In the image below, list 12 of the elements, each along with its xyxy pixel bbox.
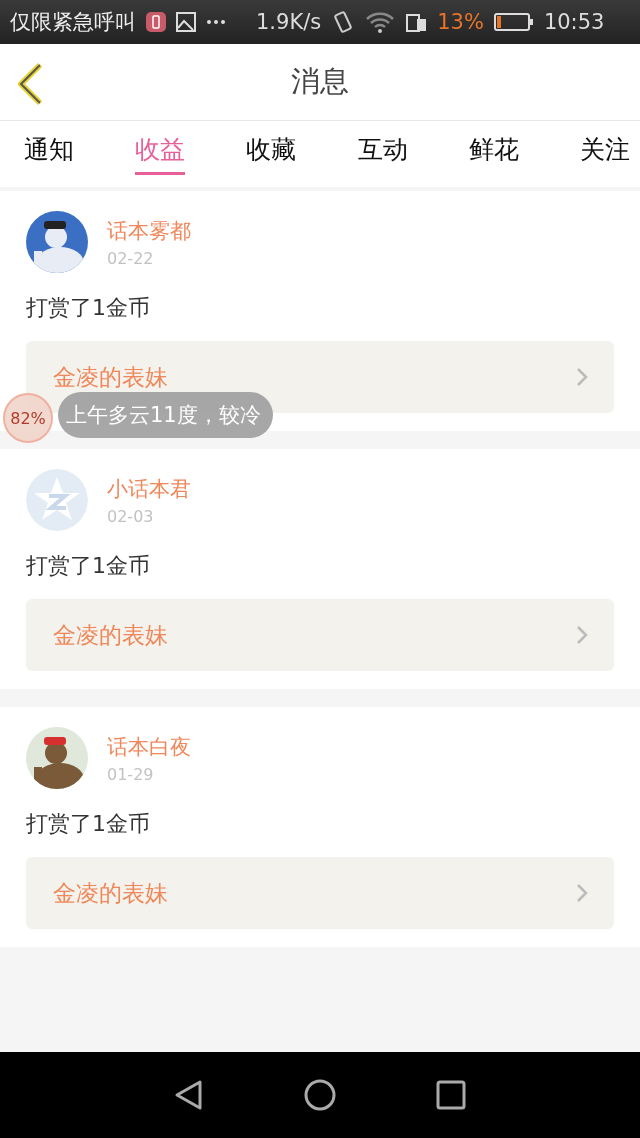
weather-toast: 上午多云11度，较冷 bbox=[58, 392, 273, 438]
message-text: 打赏了1金币 bbox=[26, 552, 151, 580]
clock: 10:53 bbox=[543, 10, 605, 34]
battery-percent: 13% bbox=[437, 10, 484, 34]
message-date: 01-29 bbox=[107, 764, 155, 784]
message-date: 02-22 bbox=[107, 248, 155, 268]
message-text: 打赏了1金币 bbox=[26, 294, 151, 322]
message-text: 打赏了1金币 bbox=[26, 810, 151, 838]
carrier-text: 仅限紧急呼叫 bbox=[10, 9, 136, 36]
network-speed: 1.9K/s bbox=[256, 10, 322, 34]
page-title: 消息 bbox=[290, 63, 350, 100]
message-date: 02-03 bbox=[107, 506, 155, 526]
